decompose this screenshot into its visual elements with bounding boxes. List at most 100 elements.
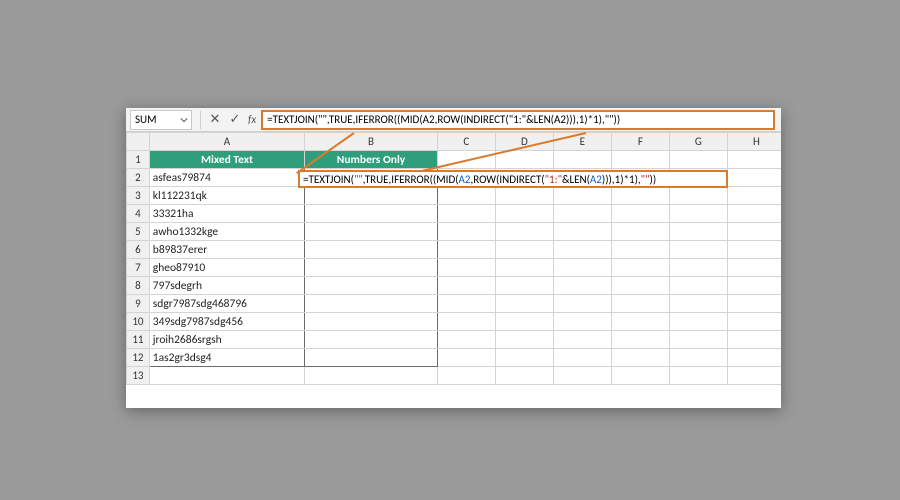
cell-F11[interactable] [611, 331, 669, 349]
cell-F13[interactable] [611, 367, 669, 385]
cell-A10[interactable]: 349sdg7987sdg456 [149, 313, 304, 331]
cell-D11[interactable] [495, 331, 553, 349]
cell-F9[interactable] [611, 295, 669, 313]
cell-E6[interactable] [553, 241, 611, 259]
cell-E7[interactable] [553, 259, 611, 277]
cell-A5[interactable]: awho1332kge [149, 223, 304, 241]
cell-A7[interactable]: gheo87910 [149, 259, 304, 277]
cell-C11[interactable] [437, 331, 495, 349]
select-all-corner[interactable] [127, 133, 150, 151]
row-header-9[interactable]: 9 [127, 295, 150, 313]
cell-H13[interactable] [727, 367, 781, 385]
row-header-10[interactable]: 10 [127, 313, 150, 331]
cell-E10[interactable] [553, 313, 611, 331]
cell-B7[interactable] [305, 259, 438, 277]
row-header-5[interactable]: 5 [127, 223, 150, 241]
cell-G12[interactable] [669, 349, 727, 367]
cell-E5[interactable] [553, 223, 611, 241]
cell-C6[interactable] [437, 241, 495, 259]
cell-B13[interactable] [305, 367, 438, 385]
cell-A4[interactable]: 33321ha [149, 205, 304, 223]
cell-F4[interactable] [611, 205, 669, 223]
cell-E9[interactable] [553, 295, 611, 313]
cell-B9[interactable] [305, 295, 438, 313]
col-header-H[interactable]: H [727, 133, 781, 151]
col-header-A[interactable]: A [149, 133, 304, 151]
cell-E11[interactable] [553, 331, 611, 349]
cell-G10[interactable] [669, 313, 727, 331]
cell-D1[interactable] [495, 151, 553, 169]
cell-C9[interactable] [437, 295, 495, 313]
name-box[interactable]: SUM [130, 110, 192, 130]
cell-B10[interactable] [305, 313, 438, 331]
cell-E13[interactable] [553, 367, 611, 385]
row-header-2[interactable]: 2 [127, 169, 150, 187]
cell-B8[interactable] [305, 277, 438, 295]
cell-F10[interactable] [611, 313, 669, 331]
cell-A3[interactable]: kl112231qk [149, 187, 304, 205]
cell-H9[interactable] [727, 295, 781, 313]
row-header-13[interactable]: 13 [127, 367, 150, 385]
row-header-4[interactable]: 4 [127, 205, 150, 223]
cell-H12[interactable] [727, 349, 781, 367]
cell-B3[interactable] [305, 187, 438, 205]
cell-C8[interactable] [437, 277, 495, 295]
cell-C4[interactable] [437, 205, 495, 223]
cell-F12[interactable] [611, 349, 669, 367]
cell-D6[interactable] [495, 241, 553, 259]
cell-A8[interactable]: 797sdegrh [149, 277, 304, 295]
cell-B12[interactable] [305, 349, 438, 367]
cell-E12[interactable] [553, 349, 611, 367]
row-header-12[interactable]: 12 [127, 349, 150, 367]
cell-D8[interactable] [495, 277, 553, 295]
cell-E3[interactable] [553, 187, 611, 205]
cell-E1[interactable] [553, 151, 611, 169]
cell-G6[interactable] [669, 241, 727, 259]
row-header-8[interactable]: 8 [127, 277, 150, 295]
cell-G3[interactable] [669, 187, 727, 205]
chevron-down-icon[interactable] [179, 115, 189, 125]
cell-G4[interactable] [669, 205, 727, 223]
cell-B5[interactable] [305, 223, 438, 241]
row-header-6[interactable]: 6 [127, 241, 150, 259]
cell-F7[interactable] [611, 259, 669, 277]
cell-D7[interactable] [495, 259, 553, 277]
cell-D12[interactable] [495, 349, 553, 367]
cell-A9[interactable]: sdgr7987sdg468796 [149, 295, 304, 313]
cell-D3[interactable] [495, 187, 553, 205]
col-header-E[interactable]: E [553, 133, 611, 151]
cell-G13[interactable] [669, 367, 727, 385]
col-header-B[interactable]: B [305, 133, 438, 151]
cell-H11[interactable] [727, 331, 781, 349]
spreadsheet-grid[interactable]: A B C D E F G H 1 Mixed Text Numbers Onl… [126, 132, 781, 385]
cell-H6[interactable] [727, 241, 781, 259]
cell-F1[interactable] [611, 151, 669, 169]
col-header-G[interactable]: G [669, 133, 727, 151]
cell-A6[interactable]: b89837erer [149, 241, 304, 259]
cell-C12[interactable] [437, 349, 495, 367]
cell-A11[interactable]: jroih2686srgsh [149, 331, 304, 349]
cell-H4[interactable] [727, 205, 781, 223]
cell-H2[interactable] [727, 169, 781, 187]
cell-E4[interactable] [553, 205, 611, 223]
cell-D5[interactable] [495, 223, 553, 241]
cell-F8[interactable] [611, 277, 669, 295]
cell-H7[interactable] [727, 259, 781, 277]
cell-B4[interactable] [305, 205, 438, 223]
row-header-1[interactable]: 1 [127, 151, 150, 169]
cell-G7[interactable] [669, 259, 727, 277]
cell-A1[interactable]: Mixed Text [149, 151, 304, 169]
enter-formula-button[interactable]: ✓ [225, 110, 245, 130]
cell-G11[interactable] [669, 331, 727, 349]
cell-D13[interactable] [495, 367, 553, 385]
cell-G5[interactable] [669, 223, 727, 241]
insert-function-button[interactable]: fx [245, 113, 259, 126]
cell-H10[interactable] [727, 313, 781, 331]
col-header-C[interactable]: C [437, 133, 495, 151]
cell-F3[interactable] [611, 187, 669, 205]
cell-F5[interactable] [611, 223, 669, 241]
cell-G9[interactable] [669, 295, 727, 313]
cell-H3[interactable] [727, 187, 781, 205]
cell-D9[interactable] [495, 295, 553, 313]
cell-A12[interactable]: 1as2gr3dsg4 [149, 349, 304, 367]
